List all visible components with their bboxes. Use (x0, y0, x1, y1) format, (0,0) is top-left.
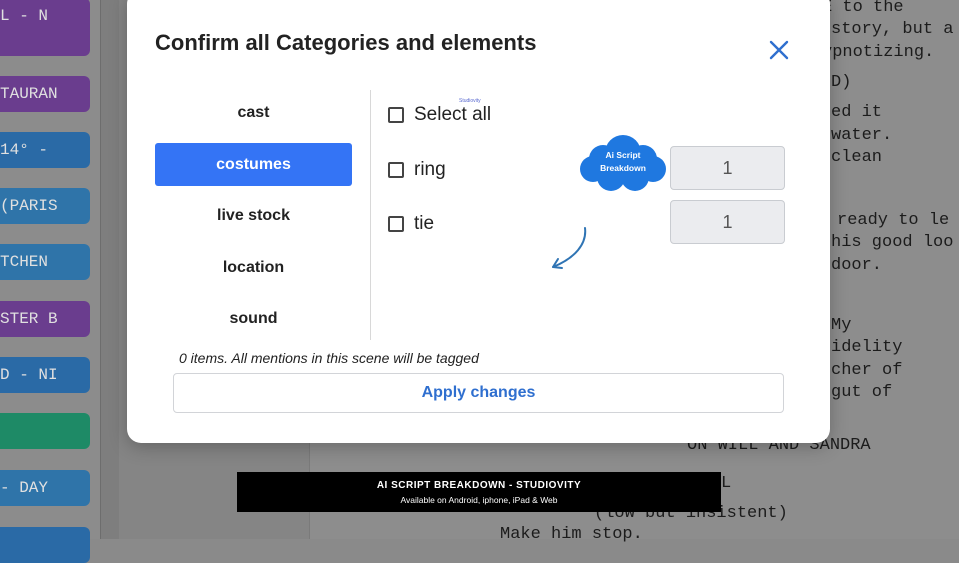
ring-checkbox[interactable] (388, 162, 404, 178)
scene-item[interactable]: - DAY (0, 470, 90, 506)
scene-item[interactable]: TCHEN (0, 244, 90, 280)
scene-rail (100, 0, 120, 539)
select-all-row[interactable]: Select all (388, 104, 491, 126)
select-all-checkbox[interactable] (388, 107, 404, 123)
scene-item[interactable]: 14° - (0, 132, 90, 168)
category-cast[interactable]: cast (155, 91, 352, 134)
scene-sidebar: L - N TAURAN 14° - (PARIS TCHEN STER B D… (0, 0, 103, 563)
category-location[interactable]: location (155, 246, 352, 289)
select-all-label: Select all (414, 104, 492, 125)
banner-subtitle: Available on Android, iphone, iPad & Web (400, 495, 558, 505)
category-live-stock[interactable]: live stock (155, 194, 352, 237)
curved-arrow-icon (545, 226, 593, 272)
ring-count-field[interactable]: 1 (670, 146, 785, 190)
apply-changes-button[interactable]: Apply changes (173, 373, 784, 413)
ai-script-breakdown-badge: Ai Script Breakdown (575, 133, 671, 195)
badge-line-2: Breakdown (600, 163, 646, 173)
script-line: story, but a (831, 20, 954, 39)
scene-item[interactable]: TAURAN (0, 76, 90, 112)
script-line: D) (831, 73, 852, 92)
script-line: Make him stop. (500, 525, 643, 544)
element-label: tie (414, 213, 435, 234)
element-row-ring[interactable]: ring (388, 159, 446, 181)
banner-title: AI SCRIPT BREAKDOWN - STUDIOVITY (376, 480, 582, 491)
script-line: cher of (831, 361, 903, 380)
element-row-tie[interactable]: tie (388, 213, 434, 235)
scene-item[interactable]: STER B (0, 301, 90, 337)
script-line: ypnotizing. (822, 43, 935, 62)
scene-item[interactable] (0, 527, 90, 563)
tie-checkbox[interactable] (388, 216, 404, 232)
panel-divider (370, 90, 371, 340)
script-line: door. (831, 256, 883, 275)
script-line: gut of (831, 383, 893, 402)
category-list: cast costumes live stock location sound (155, 91, 352, 349)
script-line: E to the (822, 0, 904, 17)
category-sound[interactable]: sound (155, 297, 352, 340)
script-line: idelity (831, 338, 903, 357)
script-line: ed it (831, 103, 883, 122)
script-line: My (831, 316, 852, 335)
script-line: L (721, 474, 732, 493)
script-line: ready to le (837, 211, 950, 230)
scene-item[interactable] (0, 413, 90, 449)
promo-banner: AI SCRIPT BREAKDOWN - STUDIOVITY Availab… (237, 472, 721, 512)
badge-line-1: Ai Script (605, 150, 641, 160)
script-line: clean (831, 148, 883, 167)
scene-item[interactable]: D - NI (0, 357, 90, 393)
category-costumes[interactable]: costumes (155, 142, 352, 186)
close-icon[interactable] (767, 38, 791, 62)
modal-title: Confirm all Categories and elements (155, 30, 537, 55)
confirm-categories-modal: Confirm all Categories and elements cast… (127, 0, 830, 443)
script-line: his good loo (831, 233, 954, 252)
script-line: water. (831, 126, 893, 145)
scene-item[interactable]: L - N (0, 0, 90, 56)
items-count-note: 0 items. All mentions in this scene will… (179, 350, 479, 366)
element-label: ring (414, 159, 446, 180)
scene-item[interactable]: (PARIS (0, 188, 90, 224)
tie-count-field[interactable]: 1 (670, 200, 785, 244)
